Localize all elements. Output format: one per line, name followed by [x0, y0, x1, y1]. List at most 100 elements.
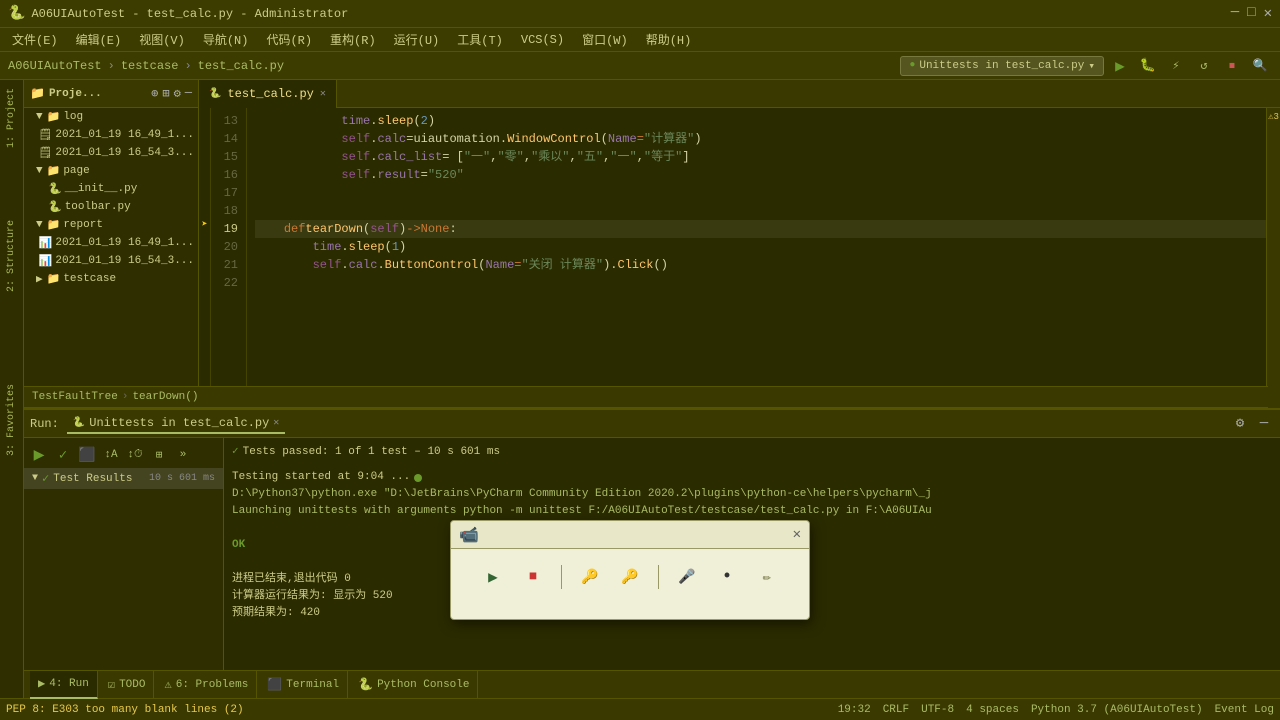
- menu-edit[interactable]: 编辑(E): [68, 29, 130, 50]
- menu-window[interactable]: 窗口(W): [574, 29, 636, 50]
- run-tab-bar: Run: 🐍 Unittests in test_calc.py ✕ ⚙ ─: [24, 410, 1280, 438]
- python-file-icon: 🐍: [209, 88, 221, 100]
- search-button[interactable]: 🔍: [1248, 54, 1272, 78]
- run-sidebar: ▶ ✓ ⬛ ↕A ↕⏱ ⊞ » ▼ ✓ Test Results 10 s 60…: [24, 438, 224, 698]
- layout-button[interactable]: ⊞: [162, 86, 169, 101]
- sort-az-button[interactable]: ↕A: [100, 444, 122, 466]
- run-pass-filter-button[interactable]: ✓: [52, 444, 74, 466]
- menu-code[interactable]: 代码(R): [258, 29, 320, 50]
- sidebar-tab-project[interactable]: 1: Project: [4, 84, 19, 152]
- menu-nav[interactable]: 导航(N): [195, 29, 257, 50]
- popup-dot-button[interactable]: •: [711, 561, 743, 593]
- linenum-20: 20: [211, 238, 242, 256]
- menu-run[interactable]: 运行(U): [386, 29, 448, 50]
- menu-file[interactable]: 文件(E): [4, 29, 66, 50]
- popup-mic-button[interactable]: 🎤: [671, 561, 703, 593]
- test-result-item[interactable]: ▼ ✓ Test Results 10 s 601 ms: [24, 468, 223, 489]
- btab-terminal[interactable]: ⬛ Terminal: [259, 671, 348, 699]
- warning-text[interactable]: PEP 8: E303 too many blank lines (2): [6, 704, 244, 716]
- breadcrumb-testcase[interactable]: testcase: [121, 59, 179, 73]
- tree-label: 2021_01_19 16_54_3...: [55, 147, 194, 159]
- breadcrumb-project[interactable]: A06UIAutoTest: [8, 59, 102, 73]
- output-python-cmd: D:\Python37\python.exe "D:\JetBrains\PyC…: [232, 486, 1272, 503]
- output-text-1: Testing started at 9:04 ...: [232, 469, 410, 486]
- more-actions-button[interactable]: »: [172, 444, 194, 466]
- tree-item-report1[interactable]: 📊 2021_01_19 16_49_1...: [24, 234, 198, 252]
- run-minimize-button[interactable]: ─: [1254, 414, 1274, 434]
- btab-problems[interactable]: ⚠ 6: Problems: [156, 671, 257, 699]
- expand-all-run-button[interactable]: ⊞: [148, 444, 170, 466]
- bc-part2[interactable]: tearDown(): [132, 391, 198, 403]
- linenum-14: 14: [211, 130, 242, 148]
- tree-item-page[interactable]: ▼ 📁 page: [24, 162, 198, 180]
- breadcrumb-file[interactable]: test_calc.py: [198, 59, 284, 73]
- menu-tools[interactable]: 工具(T): [449, 29, 511, 50]
- menu-view[interactable]: 视图(V): [131, 29, 193, 50]
- tree-item-log1[interactable]: 🗒 2021_01_19 16_49_1...: [24, 126, 198, 144]
- run-button[interactable]: ▶: [1108, 54, 1132, 78]
- linenum-19: 19: [211, 220, 242, 238]
- line-col[interactable]: 19:32: [838, 704, 871, 716]
- popup-close-button[interactable]: ✕: [793, 526, 801, 543]
- menu-refactor[interactable]: 重构(R): [322, 29, 384, 50]
- debug-button[interactable]: 🐛: [1136, 54, 1160, 78]
- btab-todo[interactable]: ☑ TODO: [100, 671, 155, 699]
- linenum-21: 21: [211, 256, 242, 274]
- crlf[interactable]: CRLF: [883, 704, 909, 716]
- run-config-selector[interactable]: ● Unittests in test_calc.py ▾: [900, 56, 1104, 76]
- tree-item-report2[interactable]: 📊 2021_01_19 16_54_3...: [24, 252, 198, 270]
- run-tab-actions: ⚙ ─: [1230, 414, 1274, 434]
- btab-run[interactable]: ▶ 4: Run: [30, 671, 98, 699]
- btab-python-console[interactable]: 🐍 Python Console: [350, 671, 478, 699]
- pass-icon: ✓: [42, 471, 49, 486]
- close-button[interactable]: ✕: [1264, 5, 1272, 22]
- reload-button[interactable]: ↺: [1192, 54, 1216, 78]
- run-stop-btn[interactable]: ⬛: [76, 444, 98, 466]
- tree-label: 2021_01_19 16_54_3...: [55, 255, 194, 267]
- indent[interactable]: 4 spaces: [966, 704, 1019, 716]
- separator-1: [561, 565, 562, 589]
- sidebar-tab-favorites[interactable]: 3: Favorites: [4, 380, 19, 460]
- encoding[interactable]: UTF-8: [921, 704, 954, 716]
- event-log[interactable]: Event Log: [1215, 704, 1274, 716]
- run-settings-button[interactable]: ⚙: [1230, 414, 1250, 434]
- folder-icon-report: ▼: [36, 219, 43, 231]
- maximize-button[interactable]: □: [1247, 5, 1255, 22]
- gutter-19[interactable]: ➤: [199, 216, 210, 234]
- popup-play-button[interactable]: ▶: [477, 561, 509, 593]
- popup-key1-button[interactable]: 🔑: [574, 561, 606, 593]
- pass-icon: ✓: [232, 444, 239, 461]
- settings-button[interactable]: ⚙: [174, 86, 181, 101]
- pass-text: Tests passed: 1 of 1 test – 10 s 601 ms: [243, 444, 500, 461]
- tree-item-toolbar[interactable]: 🐍 toolbar.py: [24, 198, 198, 216]
- tree-label: toolbar.py: [65, 201, 131, 213]
- tree-item-log2[interactable]: 🗒 2021_01_19 16_54_3...: [24, 144, 198, 162]
- tree-item-init[interactable]: 🐍 __init__.py: [24, 180, 198, 198]
- panel-header: 📁 Proje... ⊕ ⊞ ⚙ ─: [24, 80, 198, 108]
- stop-button[interactable]: ⏹: [1220, 54, 1244, 78]
- sidebar-tab-structure[interactable]: 2: Structure: [4, 216, 19, 296]
- popup-edit-button[interactable]: ✏: [751, 561, 783, 593]
- tree-item-testcase[interactable]: ▶ 📁 testcase: [24, 270, 198, 288]
- expand-all-button[interactable]: ⊕: [151, 86, 158, 101]
- editor-tab-active[interactable]: 🐍 test_calc.py ✕: [199, 80, 337, 108]
- sort-dur-button[interactable]: ↕⏱: [124, 444, 146, 466]
- python-version[interactable]: Python 3.7 (A06UIAutoTest): [1031, 704, 1203, 716]
- tree-item-report[interactable]: ▼ 📁 report: [24, 216, 198, 234]
- popup-key2-button[interactable]: 🔑: [614, 561, 646, 593]
- close-tab-button[interactable]: ✕: [320, 88, 326, 100]
- menu-help[interactable]: 帮助(H): [638, 29, 700, 50]
- minimize-panel-button[interactable]: ─: [185, 86, 192, 101]
- menu-vcs[interactable]: VCS(S): [513, 31, 572, 49]
- tree-item-log[interactable]: ▼ 📁 log: [24, 108, 198, 126]
- popup-stop-button[interactable]: ⏹: [517, 561, 549, 593]
- bc-part1[interactable]: TestFaultTree: [32, 391, 118, 403]
- folder-icon-p: 📁: [47, 164, 61, 178]
- minimize-button[interactable]: ─: [1231, 5, 1239, 22]
- run-tab-close-button[interactable]: ✕: [273, 417, 279, 429]
- sep1: ›: [108, 59, 115, 73]
- green-dot-icon: [414, 474, 422, 482]
- coverage-button[interactable]: ⚡: [1164, 54, 1188, 78]
- run-play-button[interactable]: ▶: [28, 444, 50, 466]
- run-tab-item[interactable]: 🐍 Unittests in test_calc.py ✕: [67, 414, 286, 434]
